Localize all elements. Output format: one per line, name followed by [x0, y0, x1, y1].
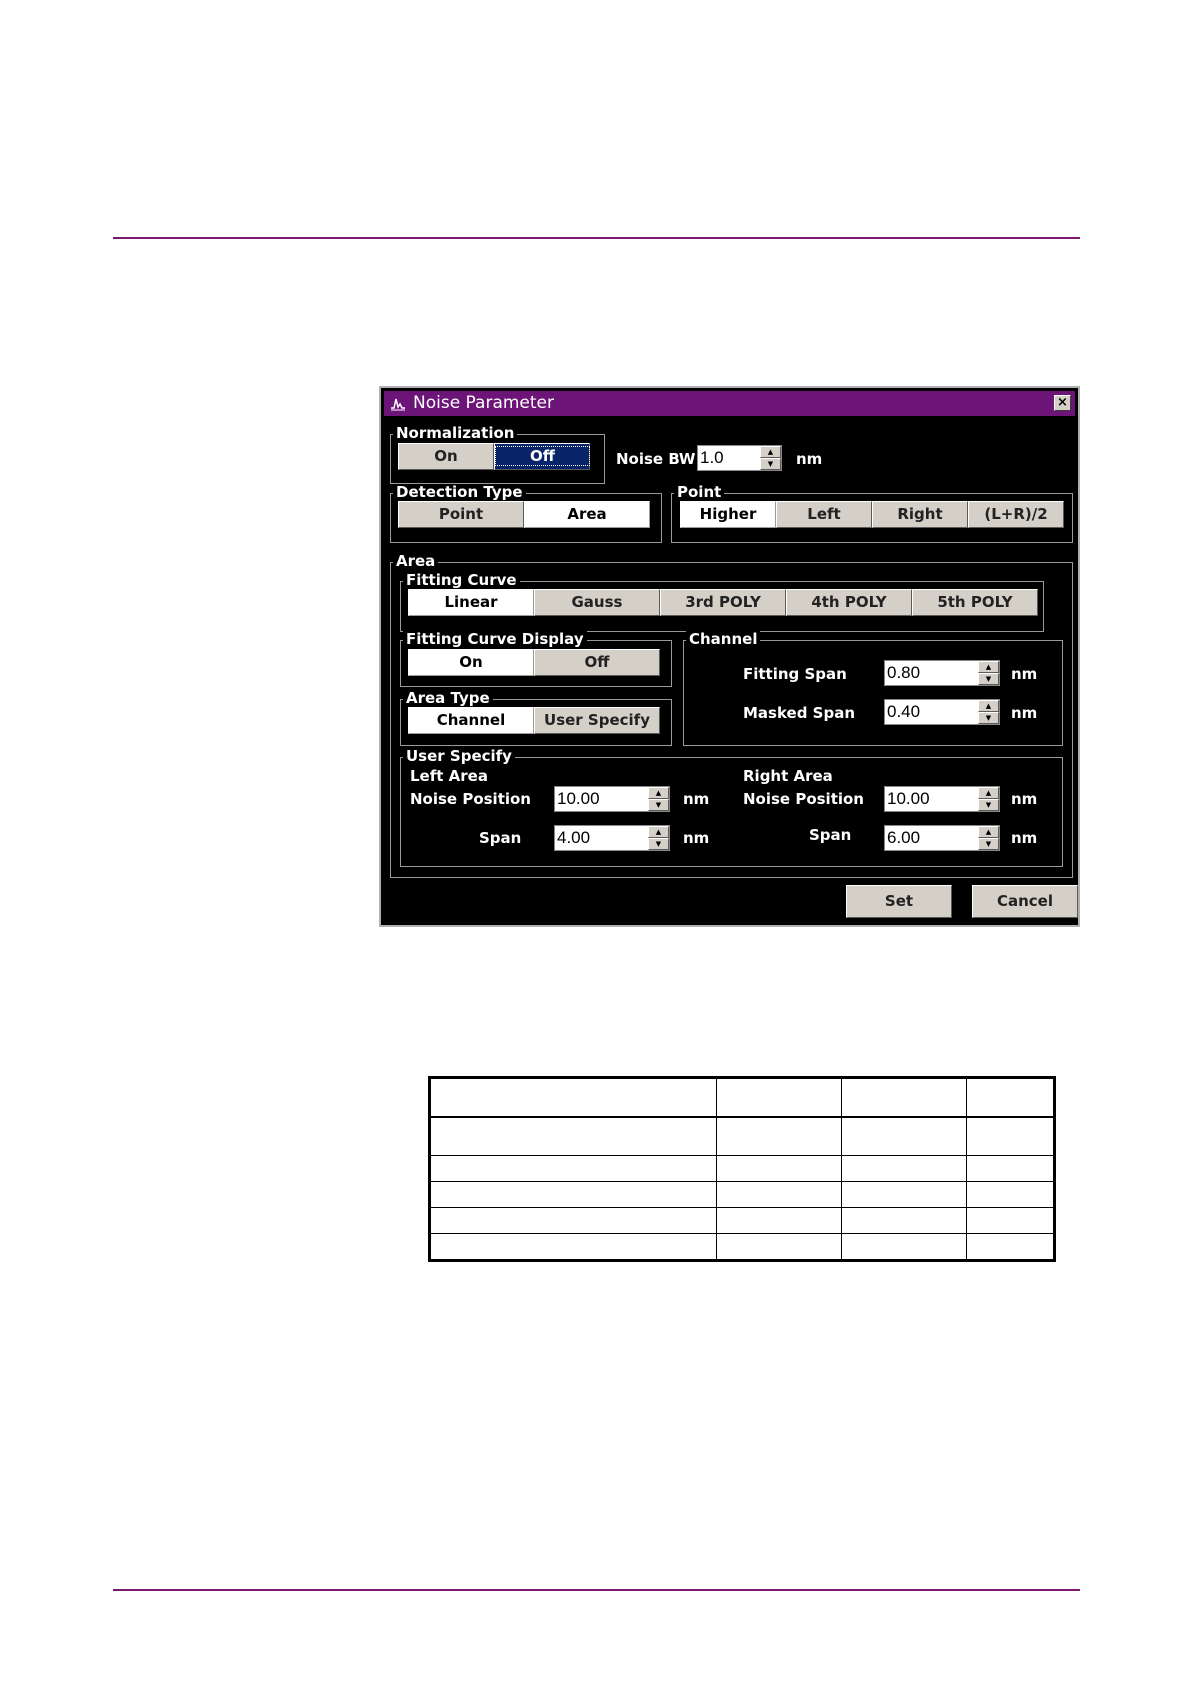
fitting-span-field[interactable]: ▲ ▼ — [884, 660, 1000, 686]
cancel-button[interactable]: Cancel — [972, 885, 1078, 918]
normalization-on-button[interactable]: On — [398, 443, 494, 470]
fitting-3rd-poly-button[interactable]: 3rd POLY — [660, 589, 786, 616]
spin-down-icon[interactable]: ▼ — [978, 673, 999, 685]
spin-up-icon[interactable]: ▲ — [760, 446, 781, 458]
user-specify-label: User Specify — [403, 748, 515, 765]
table-row — [430, 1155, 1054, 1183]
spin-up-icon[interactable]: ▲ — [648, 826, 669, 838]
masked-span-stepper[interactable]: ▲ ▼ — [978, 700, 999, 724]
detection-type-label: Detection Type — [393, 484, 526, 501]
right-area-label: Right Area — [743, 767, 833, 785]
masked-span-unit: nm — [1011, 704, 1038, 722]
detection-area-button[interactable]: Area — [524, 501, 650, 528]
table-row — [430, 1207, 1054, 1235]
fitting-display-on-button[interactable]: On — [408, 649, 534, 676]
fitting-linear-button[interactable]: Linear — [408, 589, 534, 616]
table-row — [430, 1181, 1054, 1209]
right-span-unit: nm — [1011, 829, 1038, 847]
noise-bw-field[interactable]: ▲ ▼ — [697, 445, 782, 471]
point-lr2-button[interactable]: (L+R)/2 — [968, 501, 1064, 528]
set-button[interactable]: Set — [846, 885, 952, 918]
left-span-label: Span — [479, 829, 522, 847]
right-noise-position-unit: nm — [1011, 790, 1038, 808]
fitting-curve-label: Fitting Curve — [403, 572, 520, 589]
close-icon[interactable]: × — [1054, 395, 1071, 411]
spin-down-icon[interactable]: ▼ — [978, 712, 999, 724]
left-noise-position-stepper[interactable]: ▲ ▼ — [648, 787, 669, 811]
left-noise-position-label: Noise Position — [410, 790, 531, 808]
dialog-title: Noise Parameter — [413, 393, 555, 413]
left-noise-position-unit: nm — [683, 790, 710, 808]
fitting-display-off-button[interactable]: Off — [534, 649, 660, 676]
left-span-field[interactable]: ▲ ▼ — [554, 825, 670, 851]
header-rule — [113, 237, 1080, 239]
right-noise-position-stepper[interactable]: ▲ ▼ — [978, 787, 999, 811]
spin-up-icon[interactable]: ▲ — [648, 787, 669, 799]
table-row — [430, 1233, 1054, 1260]
spin-down-icon[interactable]: ▼ — [978, 838, 999, 850]
normalization-off-label: Off — [495, 446, 590, 466]
area-label: Area — [393, 553, 439, 570]
fitting-span-input[interactable] — [885, 661, 977, 685]
fitting-span-label: Fitting Span — [743, 665, 847, 683]
right-noise-position-field[interactable]: ▲ ▼ — [884, 786, 1000, 812]
table-header-row — [430, 1078, 1054, 1118]
point-left-button[interactable]: Left — [776, 501, 872, 528]
normalization-off-button[interactable]: Off — [494, 443, 590, 470]
fitting-4th-poly-button[interactable]: 4th POLY — [786, 589, 912, 616]
spin-up-icon[interactable]: ▲ — [978, 787, 999, 799]
spectrum-icon — [390, 395, 406, 411]
fitting-curve-display-label: Fitting Curve Display — [403, 631, 587, 648]
noise-bw-stepper[interactable]: ▲ ▼ — [760, 446, 781, 470]
area-type-label: Area Type — [403, 690, 493, 707]
area-type-user-specify-button[interactable]: User Specify — [534, 707, 660, 734]
masked-span-input[interactable] — [885, 700, 977, 724]
left-noise-position-input[interactable] — [555, 787, 647, 811]
normalization-label: Normalization — [393, 425, 518, 442]
title-bar[interactable]: Noise Parameter × — [384, 391, 1075, 416]
left-span-unit: nm — [683, 829, 710, 847]
left-span-stepper[interactable]: ▲ ▼ — [648, 826, 669, 850]
right-noise-position-label: Noise Position — [743, 790, 864, 808]
right-span-input[interactable] — [885, 826, 977, 850]
spin-down-icon[interactable]: ▼ — [978, 799, 999, 811]
area-type-channel-button[interactable]: Channel — [408, 707, 534, 734]
noise-bw-label: Noise BW — [616, 450, 696, 468]
fitting-span-unit: nm — [1011, 665, 1038, 683]
fitting-span-stepper[interactable]: ▲ ▼ — [978, 661, 999, 685]
masked-span-label: Masked Span — [743, 704, 856, 722]
left-span-input[interactable] — [555, 826, 647, 850]
right-span-field[interactable]: ▲ ▼ — [884, 825, 1000, 851]
left-noise-position-field[interactable]: ▲ ▼ — [554, 786, 670, 812]
detection-point-button[interactable]: Point — [398, 501, 524, 528]
noise-parameter-dialog: Noise Parameter × Normalization On Off N… — [379, 386, 1080, 927]
point-higher-button[interactable]: Higher — [680, 501, 776, 528]
point-right-button[interactable]: Right — [872, 501, 968, 528]
table-row — [430, 1116, 1054, 1157]
spin-down-icon[interactable]: ▼ — [648, 799, 669, 811]
spin-down-icon[interactable]: ▼ — [648, 838, 669, 850]
empty-table — [428, 1076, 1056, 1262]
spin-down-icon[interactable]: ▼ — [760, 458, 781, 470]
right-noise-position-input[interactable] — [885, 787, 977, 811]
footer-rule — [113, 1589, 1080, 1591]
noise-bw-unit: nm — [796, 450, 823, 468]
fitting-5th-poly-button[interactable]: 5th POLY — [912, 589, 1038, 616]
noise-bw-input[interactable] — [698, 446, 759, 470]
left-area-label: Left Area — [410, 767, 488, 785]
channel-group — [683, 640, 1063, 746]
right-span-label: Span — [809, 826, 852, 844]
fitting-gauss-button[interactable]: Gauss — [534, 589, 660, 616]
spin-up-icon[interactable]: ▲ — [978, 661, 999, 673]
point-label: Point — [674, 484, 725, 501]
right-span-stepper[interactable]: ▲ ▼ — [978, 826, 999, 850]
channel-label: Channel — [686, 631, 761, 648]
spin-up-icon[interactable]: ▲ — [978, 700, 999, 712]
spin-up-icon[interactable]: ▲ — [978, 826, 999, 838]
masked-span-field[interactable]: ▲ ▼ — [884, 699, 1000, 725]
